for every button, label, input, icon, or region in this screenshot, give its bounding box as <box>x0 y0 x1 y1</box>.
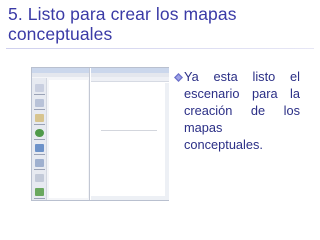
diamond-bullet-icon <box>174 73 183 82</box>
tool-column <box>32 78 47 200</box>
tool-icon <box>35 159 44 167</box>
map-canvas-hint <box>101 130 157 131</box>
tool-icon <box>35 129 44 137</box>
concept-map-tool-screenshot <box>31 67 169 201</box>
resources-window <box>32 68 90 200</box>
map-toolbar <box>91 77 169 82</box>
tool-icon <box>35 84 44 92</box>
vertical-scrollbar <box>165 83 169 196</box>
resources-list-pane <box>49 80 88 198</box>
title-divider <box>6 48 314 49</box>
tool-icon <box>35 188 44 196</box>
concept-map-window <box>91 68 169 200</box>
resources-menubar <box>32 73 89 77</box>
tool-icon <box>35 114 44 122</box>
tool-icon <box>35 174 44 182</box>
horizontal-scrollbar <box>91 196 169 200</box>
tool-icon <box>35 144 44 152</box>
bullet-text: Ya esta listo el escenario para la creac… <box>184 69 300 152</box>
slide-title: 5. Listo para crear los mapas conceptual… <box>8 4 237 44</box>
tool-icon <box>35 99 44 107</box>
